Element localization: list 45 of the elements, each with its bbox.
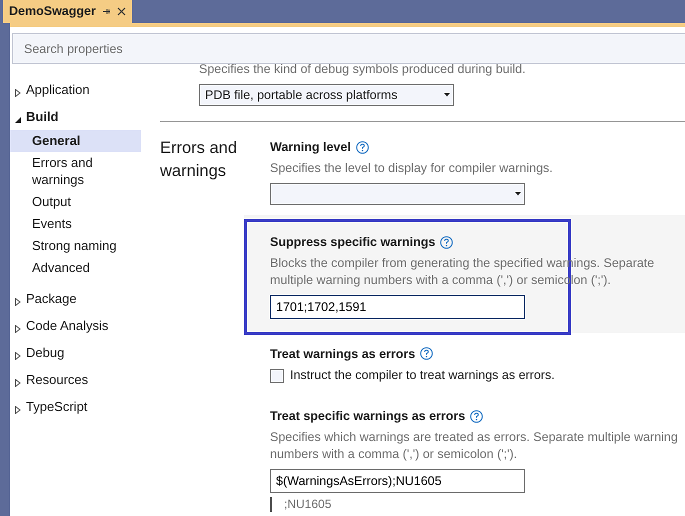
expand-icon[interactable] (15, 406, 21, 414)
setting-description: Specifies the level to display for compiler warnings. (270, 160, 554, 177)
pin-icon[interactable] (102, 7, 111, 16)
help-icon[interactable] (356, 140, 369, 154)
document-tab[interactable]: DemoSwagger (3, 0, 132, 23)
sidebar-item[interactable]: Resources (10, 366, 141, 393)
sidebar-item[interactable]: Debug (10, 339, 141, 366)
sidebar-subitem[interactable]: General (10, 130, 141, 152)
sidebar-item[interactable]: Package (10, 285, 141, 312)
sidebar-subitem[interactable]: Strong naming (10, 235, 141, 257)
sidebar-item[interactable]: Build (10, 103, 141, 130)
close-icon[interactable] (116, 7, 126, 16)
sidebar-item[interactable]: Application (10, 76, 141, 103)
checkbox[interactable] (270, 368, 284, 383)
setting-label: Treat warnings as errors (270, 346, 416, 363)
caret-icon (515, 192, 521, 196)
setting-label: Warning level (270, 139, 351, 156)
expand-icon[interactable] (15, 378, 21, 387)
expand-icon[interactable] (15, 324, 21, 333)
setting-description: Specifies the kind of debug symbols produced during build. (199, 61, 527, 78)
sidebar-subitem[interactable]: Errors and warnings (10, 152, 141, 191)
text-field[interactable]: $(WarningsAsErrors);NU1605 (270, 468, 525, 493)
expand-icon[interactable] (15, 298, 21, 306)
expand-icon[interactable] (15, 88, 21, 97)
sidebar-subitem[interactable]: Advanced (10, 257, 141, 279)
search-field[interactable]: Search properties (12, 33, 685, 64)
sidebar-item[interactable]: Code Analysis (10, 312, 141, 339)
setting-label: Treat specific warnings as errors (270, 408, 466, 425)
checkbox-label: Instruct the compiler to treat warnings as errors. (290, 367, 555, 384)
dropdown[interactable]: PDB file, portable across platforms (199, 84, 454, 106)
evaluated-value: ;NU1605 (270, 496, 685, 512)
setting-label: Suppress specific warnings (270, 234, 436, 251)
collapse-icon[interactable] (15, 116, 21, 124)
help-icon[interactable] (470, 410, 484, 423)
sidebar-subitem[interactable]: Events (10, 213, 141, 235)
caret-icon (444, 93, 450, 97)
setting-description: Specifies which warnings are treated as errors. Separate multiple warning numbers with a comma (',') or semicolon (';'). (270, 428, 679, 463)
sidebar-subitem[interactable]: Output (10, 191, 141, 213)
expand-icon[interactable] (15, 352, 21, 360)
sidebar-item[interactable]: TypeScript (10, 393, 141, 420)
section-title: Errors and warnings (160, 138, 238, 182)
help-icon[interactable] (440, 236, 454, 249)
dropdown[interactable] (270, 182, 525, 205)
help-icon[interactable] (420, 347, 434, 360)
text-field[interactable]: 1701;1702,1591 (270, 294, 525, 318)
